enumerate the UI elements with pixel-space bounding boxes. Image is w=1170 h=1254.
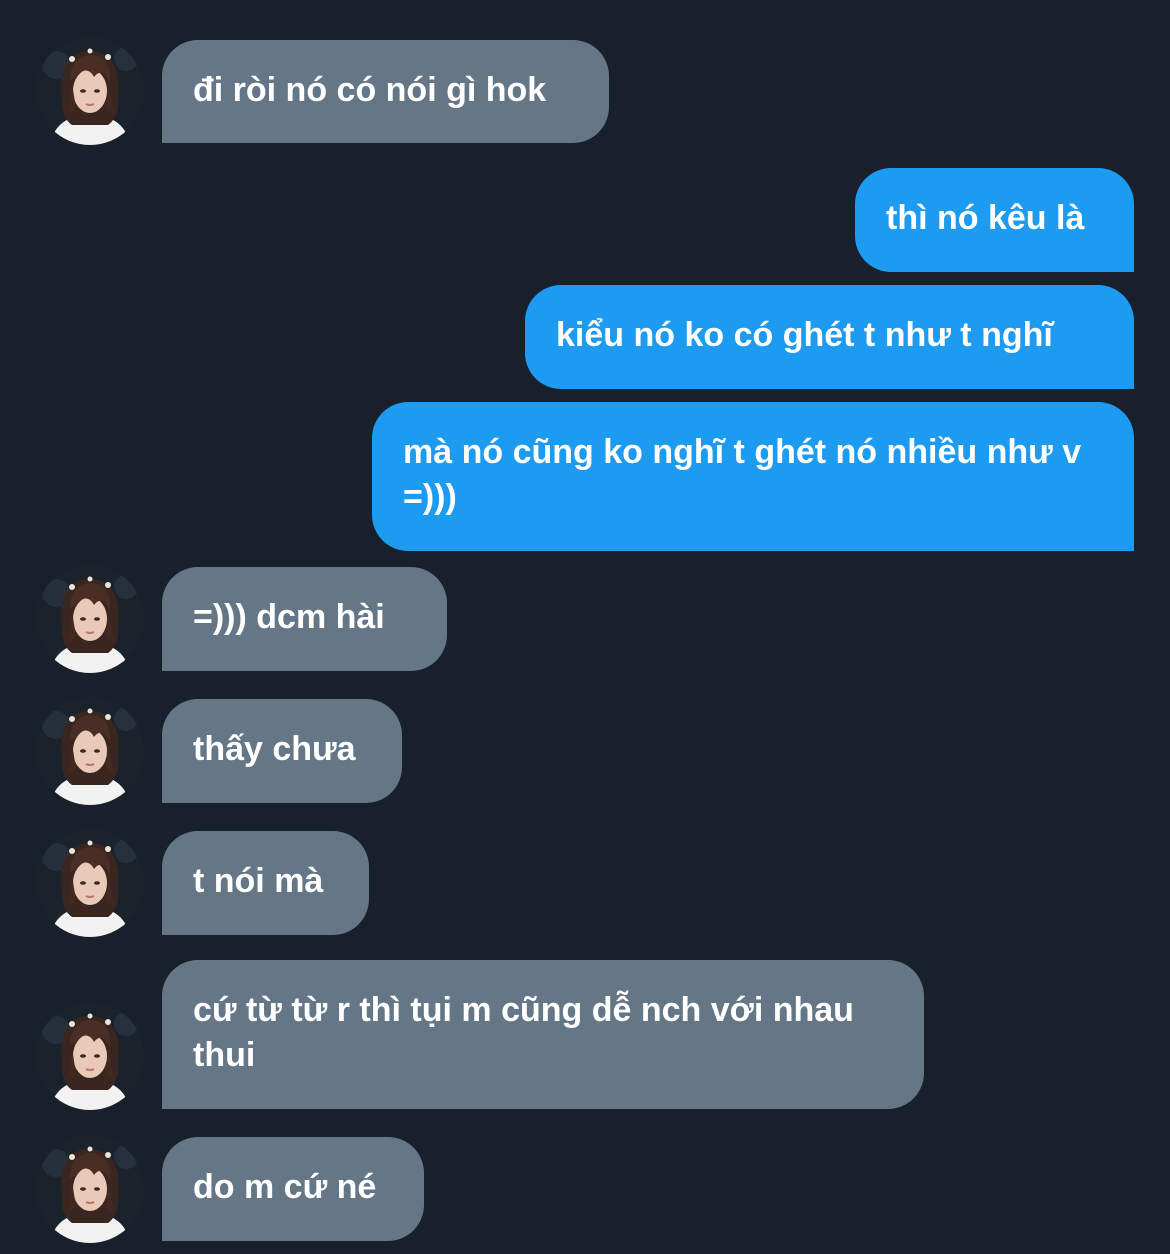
conversation: đi ròi nó có nói gì hok thì nó kêu là ki…: [0, 0, 1170, 1254]
message-bubble-outgoing[interactable]: mà nó cũng ko nghĩ t ghét nó nhiều như v…: [372, 402, 1134, 551]
message-bubble-incoming[interactable]: đi ròi nó có nói gì hok: [162, 40, 609, 143]
contact-avatar-icon[interactable]: [36, 829, 144, 937]
message-bubble-outgoing[interactable]: thì nó kêu là: [855, 168, 1134, 272]
message-bubble-incoming[interactable]: t nói mà: [162, 831, 369, 935]
contact-avatar-icon[interactable]: [36, 697, 144, 805]
message-bubble-incoming[interactable]: do m cứ né: [162, 1137, 424, 1241]
message-bubble-incoming[interactable]: =))) dcm hài: [162, 567, 447, 671]
contact-avatar-icon[interactable]: [36, 565, 144, 673]
message-bubble-incoming[interactable]: cứ từ từ r thì tụi m cũng dễ nch với nha…: [162, 960, 924, 1109]
contact-avatar-icon[interactable]: [36, 1002, 144, 1110]
contact-avatar-icon[interactable]: [36, 37, 144, 145]
contact-avatar-icon[interactable]: [36, 1135, 144, 1243]
message-bubble-incoming[interactable]: thấy chưa: [162, 699, 402, 803]
message-bubble-outgoing[interactable]: kiểu nó ko có ghét t như t nghĩ: [525, 285, 1134, 389]
